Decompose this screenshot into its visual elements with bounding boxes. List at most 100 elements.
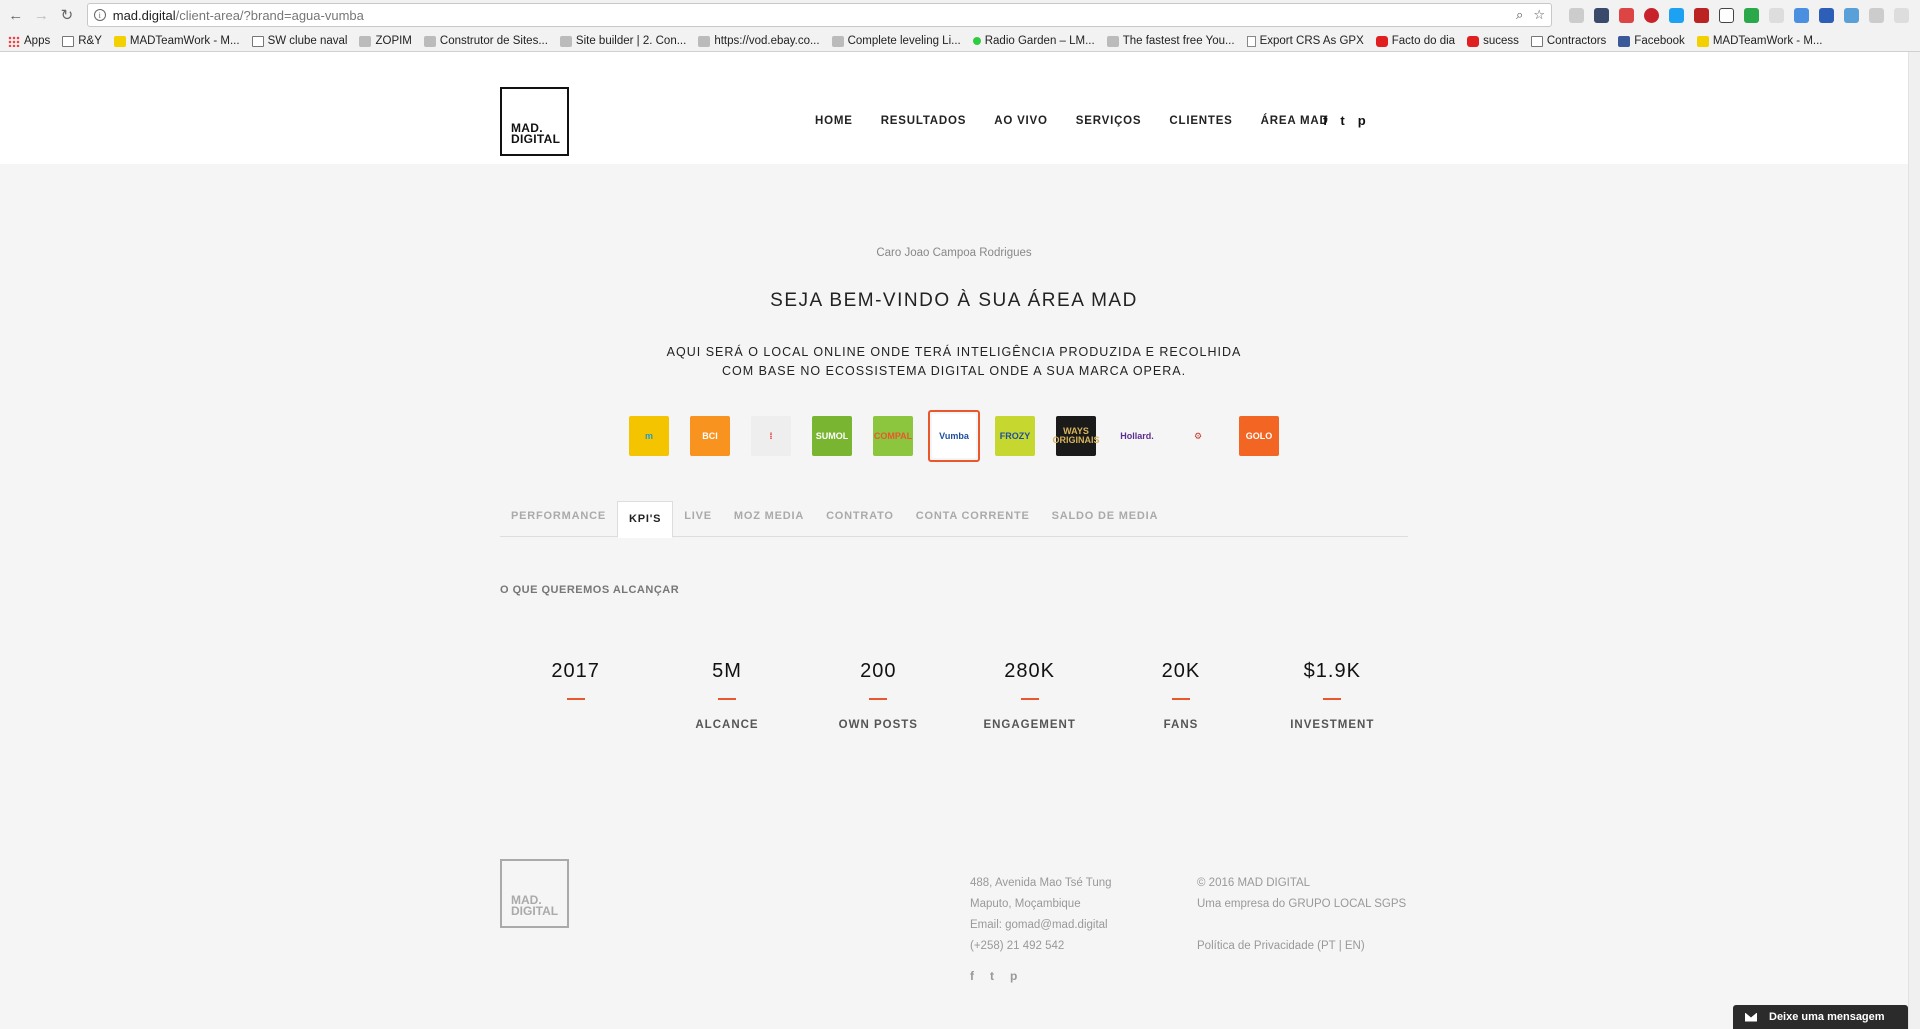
browser-toolbar: ← → ↻ i mad.digital/client-area/?brand=a… [0, 0, 1920, 30]
url-host: mad.digital [112, 7, 176, 23]
bookmark-label: Apps [24, 35, 51, 47]
shield-extension-icon[interactable] [1693, 7, 1709, 23]
nav-ao-vivo[interactable]: AO VIVO [994, 115, 1048, 127]
brand-logo-text: ⁞ [751, 416, 791, 456]
translate-extension-icon[interactable] [1843, 7, 1859, 23]
profile-extension-icon[interactable] [1893, 7, 1909, 23]
kpi-label: ALCANCE [695, 719, 759, 731]
url-text[interactable]: mad.digital/client-area/?brand=agua-vumb… [113, 8, 1506, 23]
bookmark-item[interactable]: MADTeamWork - M... [113, 35, 240, 47]
footer-pinterest-icon[interactable]: p [1010, 969, 1017, 983]
pinterest-icon[interactable]: p [1358, 113, 1366, 128]
nav-home[interactable]: HOME [815, 115, 853, 127]
bookmark-item[interactable]: SW clube naval [251, 35, 347, 47]
bookmark-extension-icon[interactable] [1818, 7, 1834, 23]
footer-email[interactable]: Email: gomad@mad.digital [970, 915, 1112, 936]
bookmark-item[interactable]: R&Y [62, 35, 102, 47]
bookmark-item[interactable]: https://vod.ebay.co... [698, 35, 820, 47]
kpi-accent-bar [1323, 698, 1342, 700]
footer-phone: (+258) 21 492 542 [970, 940, 1065, 952]
brand-sumol-logo[interactable]: SUMOL [810, 414, 854, 458]
brand-logo-text: GOLO [1239, 416, 1279, 456]
bookmark-item[interactable]: Contractors [1530, 35, 1607, 47]
footer-logo[interactable]: MAD. DIGITAL [500, 859, 569, 928]
footer-facebook-icon[interactable]: f [970, 969, 974, 983]
brand-selector: m BCI ⁞ SUMOL COMPAL Vumba FROZY WAYS ORIGINAIS… [627, 410, 1298, 462]
nav-resultados[interactable]: RESULTADOS [881, 115, 967, 127]
reload-icon[interactable]: ↻ [57, 5, 77, 25]
bookmark-item[interactable]: Construtor de Sites... [423, 35, 548, 47]
star-icon[interactable]: ☆ [1533, 7, 1545, 23]
nav-clientes[interactable]: CLIENTES [1169, 115, 1232, 127]
page-scrollbar[interactable] [1908, 52, 1920, 1029]
bookmark-item[interactable]: Apps [8, 35, 50, 47]
tab-moz-media[interactable]: MOZ MEDIA [723, 501, 815, 537]
tab-performance[interactable]: PERFORMANCE [500, 501, 617, 537]
privacy-policy-link[interactable]: Política de Privacidade (PT | EN) [1197, 936, 1406, 957]
gmail-extension-icon[interactable] [1618, 7, 1634, 23]
footer-group: Uma empresa do GRUPO LOCAL SGPS [1197, 898, 1407, 910]
misc-extension-icon[interactable] [1868, 7, 1884, 23]
folder-icon [1530, 35, 1543, 47]
evernote-extension-icon[interactable] [1743, 7, 1759, 23]
nav-area-mad[interactable]: ÁREA MAD [1261, 115, 1329, 127]
client-area-tabs: PERFORMANCE KPI'S LIVE MOZ MEDIA CONTRATO CON… [500, 501, 1408, 538]
nav-servicos[interactable]: SERVIÇOS [1076, 115, 1142, 127]
kpi-value: 5M [712, 660, 742, 682]
twitter-icon[interactable]: t [1340, 113, 1344, 128]
tab-saldo-de-media[interactable]: SALDO DE MEDIA [1041, 501, 1170, 537]
cloud-extension-icon[interactable] [1568, 7, 1584, 23]
madteamwork-icon [113, 35, 126, 47]
brand-ways-logo[interactable]: WAYS ORIGINAIS [1053, 414, 1100, 458]
kpi-accent-bar [869, 698, 888, 700]
bookmark-item[interactable]: sucess [1467, 35, 1519, 47]
tab-contrato[interactable]: CONTRATO [815, 501, 905, 537]
bookmark-item[interactable]: Export CRS As GPX [1246, 35, 1364, 47]
brand-clock-logo[interactable]: ⁞ [749, 414, 793, 458]
brand-m-logo[interactable]: m [627, 414, 671, 458]
kpi-accent-bar [1171, 698, 1190, 700]
bookmark-item[interactable]: Complete leveling Li... [831, 35, 961, 47]
brand-hollard-logo[interactable]: Hollard. [1115, 414, 1159, 458]
search-icon[interactable]: ⌕ [1516, 7, 1523, 23]
bookmark-item[interactable]: MADTeamWork - M... [1696, 35, 1823, 47]
brand-frozy-logo[interactable]: FROZY [993, 414, 1037, 458]
brand-vumba-logo[interactable]: Vumba [928, 410, 980, 462]
bookmark-item[interactable]: Site builder | 2. Con... [559, 35, 686, 47]
list-extension-icon[interactable] [1768, 7, 1784, 23]
footer-twitter-icon[interactable]: t [990, 969, 994, 983]
forward-arrow-icon[interactable]: → [32, 5, 52, 25]
bookmark-label: Contractors [1546, 35, 1607, 47]
back-arrow-icon[interactable]: ← [6, 5, 26, 25]
brand-golo-logo[interactable]: GOLO [1237, 414, 1281, 458]
brand-compal-logo[interactable]: COMPAL [871, 414, 915, 458]
tab-kpi-s[interactable]: KPI'S [616, 501, 674, 538]
footer-social: f t p [970, 969, 1033, 983]
site-logo[interactable]: MAD. DIGITAL [500, 87, 569, 156]
cube-extension-icon[interactable] [1718, 7, 1734, 23]
bookmark-item[interactable]: The fastest free You... [1106, 35, 1235, 47]
bookmark-item[interactable]: Facto do dia [1375, 35, 1455, 47]
brand-emblem-logo[interactable]: ⚙ [1176, 414, 1220, 458]
bookmark-item[interactable]: Radio Garden – LM... [972, 35, 1095, 47]
kpi-value: 280K [1004, 660, 1055, 682]
brand-bci-logo[interactable]: BCI [688, 414, 732, 458]
bookmark-item[interactable]: Facebook [1618, 35, 1685, 47]
twitter-extension-icon[interactable] [1668, 7, 1684, 23]
chat-widget-button[interactable]: Deixe uma mensagem [1733, 1005, 1908, 1029]
pinterest-extension-icon[interactable] [1643, 7, 1659, 23]
site-header: MAD. DIGITAL HOME RESULTADOS AO VIVO SER… [0, 52, 1908, 164]
menu-extension-icon[interactable] [1593, 7, 1609, 23]
tab-conta-corrente[interactable]: CONTA CORRENTE [905, 501, 1041, 537]
footer-copyright: © 2016 MAD DIGITAL [1197, 877, 1311, 889]
tab-live[interactable]: LIVE [673, 501, 723, 537]
bookmark-item[interactable]: ZOPIM [359, 35, 412, 47]
address-bar[interactable]: i mad.digital/client-area/?brand=agua-vu… [86, 3, 1552, 27]
facebook-icon[interactable]: f [1323, 113, 1327, 128]
extension-icons [1564, 7, 1914, 23]
section-label: O QUE QUEREMOS ALCANÇAR [500, 584, 680, 596]
kpi-value: 200 [860, 660, 897, 682]
download-extension-icon[interactable] [1793, 7, 1809, 23]
info-icon[interactable]: i [93, 9, 106, 21]
kpi-card: 2017 [500, 660, 651, 733]
